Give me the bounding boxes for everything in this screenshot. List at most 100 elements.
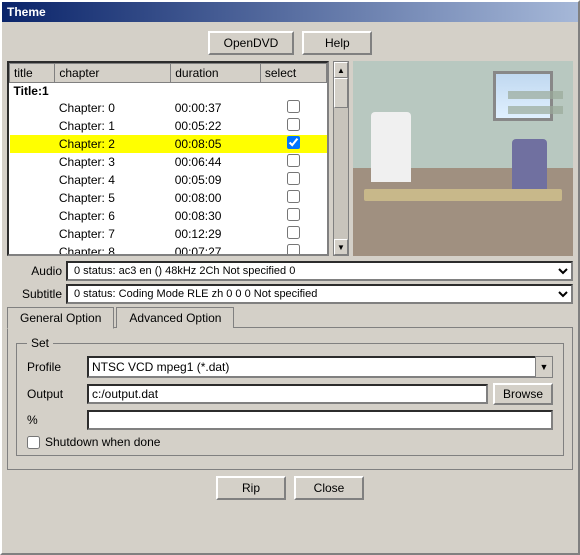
col-title: title — [10, 64, 55, 83]
cell-duration: 00:00:37 — [171, 99, 261, 117]
video-preview — [353, 61, 573, 256]
audio-select-wrapper: 0 status: ac3 en () 48kHz 2Ch Not specif… — [66, 261, 573, 281]
cell-duration: 00:08:00 — [171, 189, 261, 207]
cell-title — [10, 171, 55, 189]
shutdown-row: Shutdown when done — [27, 435, 553, 449]
cell-chapter: Chapter: 3 — [55, 153, 171, 171]
cell-duration: 00:06:44 — [171, 153, 261, 171]
cell-duration: 00:05:22 — [171, 117, 261, 135]
cell-duration: 00:12:29 — [171, 225, 261, 243]
scene-background — [353, 61, 573, 256]
toolbar: OpenDVD Help — [7, 31, 573, 55]
cell-chapter: Chapter: 7 — [55, 225, 171, 243]
output-row: Output Browse — [27, 383, 553, 405]
cell-select[interactable] — [260, 171, 326, 189]
cell-select[interactable] — [260, 153, 326, 171]
cell-title — [10, 135, 55, 153]
person2-body — [512, 139, 547, 194]
cell-duration: 00:08:30 — [171, 207, 261, 225]
col-select: select — [260, 64, 326, 83]
cell-chapter: Chapter: 2 — [55, 135, 171, 153]
cell-select — [260, 83, 326, 100]
cell-title — [10, 225, 55, 243]
cell-select[interactable] — [260, 189, 326, 207]
tab-content: Set Profile NTSC VCD mpeg1 (*.dat)PAL VC… — [7, 327, 573, 470]
table-row[interactable]: Title:1 — [10, 83, 327, 100]
cell-duration: 00:08:05 — [171, 135, 261, 153]
cell-select[interactable] — [260, 99, 326, 117]
cell-duration: 00:07:27 — [171, 243, 261, 256]
profile-row: Profile NTSC VCD mpeg1 (*.dat)PAL VCD mp… — [27, 356, 553, 378]
cell-select[interactable] — [260, 117, 326, 135]
table-row[interactable]: Chapter: 8 00:07:27 — [10, 243, 327, 256]
subtitle-row: Subtitle 0 status: Coding Mode RLE zh 0 … — [7, 284, 573, 304]
close-button[interactable]: Close — [294, 476, 364, 500]
table-row[interactable]: Chapter: 6 00:08:30 — [10, 207, 327, 225]
cell-chapter: Chapter: 0 — [55, 99, 171, 117]
shutdown-label: Shutdown when done — [45, 435, 160, 449]
audio-select[interactable]: 0 status: ac3 en () 48kHz 2Ch Not specif… — [66, 261, 573, 281]
shelf2 — [508, 106, 563, 114]
cell-select[interactable] — [260, 135, 326, 153]
tab-general[interactable]: General Option — [7, 307, 114, 329]
audio-label: Audio — [7, 264, 62, 278]
subtitle-select[interactable]: 0 status: Coding Mode RLE zh 0 0 0 Not s… — [66, 284, 573, 304]
subtitle-label: Subtitle — [7, 287, 62, 301]
table-row[interactable]: Chapter: 5 00:08:00 — [10, 189, 327, 207]
cell-title — [10, 99, 55, 117]
progress-bar — [87, 410, 553, 430]
cell-select[interactable] — [260, 243, 326, 256]
bed — [364, 189, 562, 201]
cell-duration: 00:05:09 — [171, 171, 261, 189]
shutdown-checkbox[interactable] — [27, 436, 40, 449]
profile-label: Profile — [27, 360, 82, 374]
subtitle-select-wrapper: 0 status: Coding Mode RLE zh 0 0 0 Not s… — [66, 284, 573, 304]
help-button[interactable]: Help — [302, 31, 372, 55]
cell-chapter: Chapter: 4 — [55, 171, 171, 189]
profile-dropdown-wrapper: NTSC VCD mpeg1 (*.dat)PAL VCD mpeg1 (*.d… — [87, 356, 553, 378]
table-row[interactable]: Chapter: 7 00:12:29 — [10, 225, 327, 243]
window-title: Theme — [7, 5, 46, 19]
cell-title: Title:1 — [10, 83, 261, 100]
profile-select[interactable]: NTSC VCD mpeg1 (*.dat)PAL VCD mpeg1 (*.d… — [87, 356, 553, 378]
table-row[interactable]: Chapter: 2 00:08:05 — [10, 135, 327, 153]
table-row[interactable]: Chapter: 4 00:05:09 — [10, 171, 327, 189]
cell-title — [10, 153, 55, 171]
scroll-thumb[interactable] — [334, 78, 348, 108]
tabs: General Option Advanced Option — [7, 307, 573, 328]
browse-button[interactable]: Browse — [493, 383, 553, 405]
output-input[interactable] — [87, 384, 488, 404]
opendvd-button[interactable]: OpenDVD — [208, 31, 295, 55]
chapter-table[interactable]: title chapter duration select Title:1 Ch… — [7, 61, 329, 256]
shelf — [508, 91, 563, 99]
cell-chapter: Chapter: 5 — [55, 189, 171, 207]
col-chapter: chapter — [55, 64, 171, 83]
table-row[interactable]: Chapter: 3 00:06:44 — [10, 153, 327, 171]
tab-advanced[interactable]: Advanced Option — [116, 307, 234, 328]
audio-row: Audio 0 status: ac3 en () 48kHz 2Ch Not … — [7, 261, 573, 281]
cell-select[interactable] — [260, 207, 326, 225]
progress-row: % — [27, 410, 553, 430]
table-scrollbar[interactable]: ▲ ▼ — [333, 61, 349, 256]
table-row[interactable]: Chapter: 1 00:05:22 — [10, 117, 327, 135]
scroll-down-button[interactable]: ▼ — [334, 239, 348, 255]
output-label: Output — [27, 387, 82, 401]
rip-button[interactable]: Rip — [216, 476, 286, 500]
cell-chapter: Chapter: 6 — [55, 207, 171, 225]
percent-label: % — [27, 413, 82, 427]
person1-body — [371, 112, 411, 182]
cell-chapter: Chapter: 8 — [55, 243, 171, 256]
main-window: Theme OpenDVD Help title chapter duratio… — [0, 0, 580, 555]
cell-chapter: Chapter: 1 — [55, 117, 171, 135]
cell-title — [10, 189, 55, 207]
cell-select[interactable] — [260, 225, 326, 243]
cell-title — [10, 207, 55, 225]
scroll-up-button[interactable]: ▲ — [334, 62, 348, 78]
scroll-track — [334, 78, 348, 239]
table-row[interactable]: Chapter: 0 00:00:37 — [10, 99, 327, 117]
set-legend: Set — [27, 336, 53, 350]
bottom-buttons: Rip Close — [7, 476, 573, 500]
cell-title — [10, 243, 55, 256]
main-area: title chapter duration select Title:1 Ch… — [7, 61, 573, 256]
title-bar: Theme — [2, 2, 578, 22]
